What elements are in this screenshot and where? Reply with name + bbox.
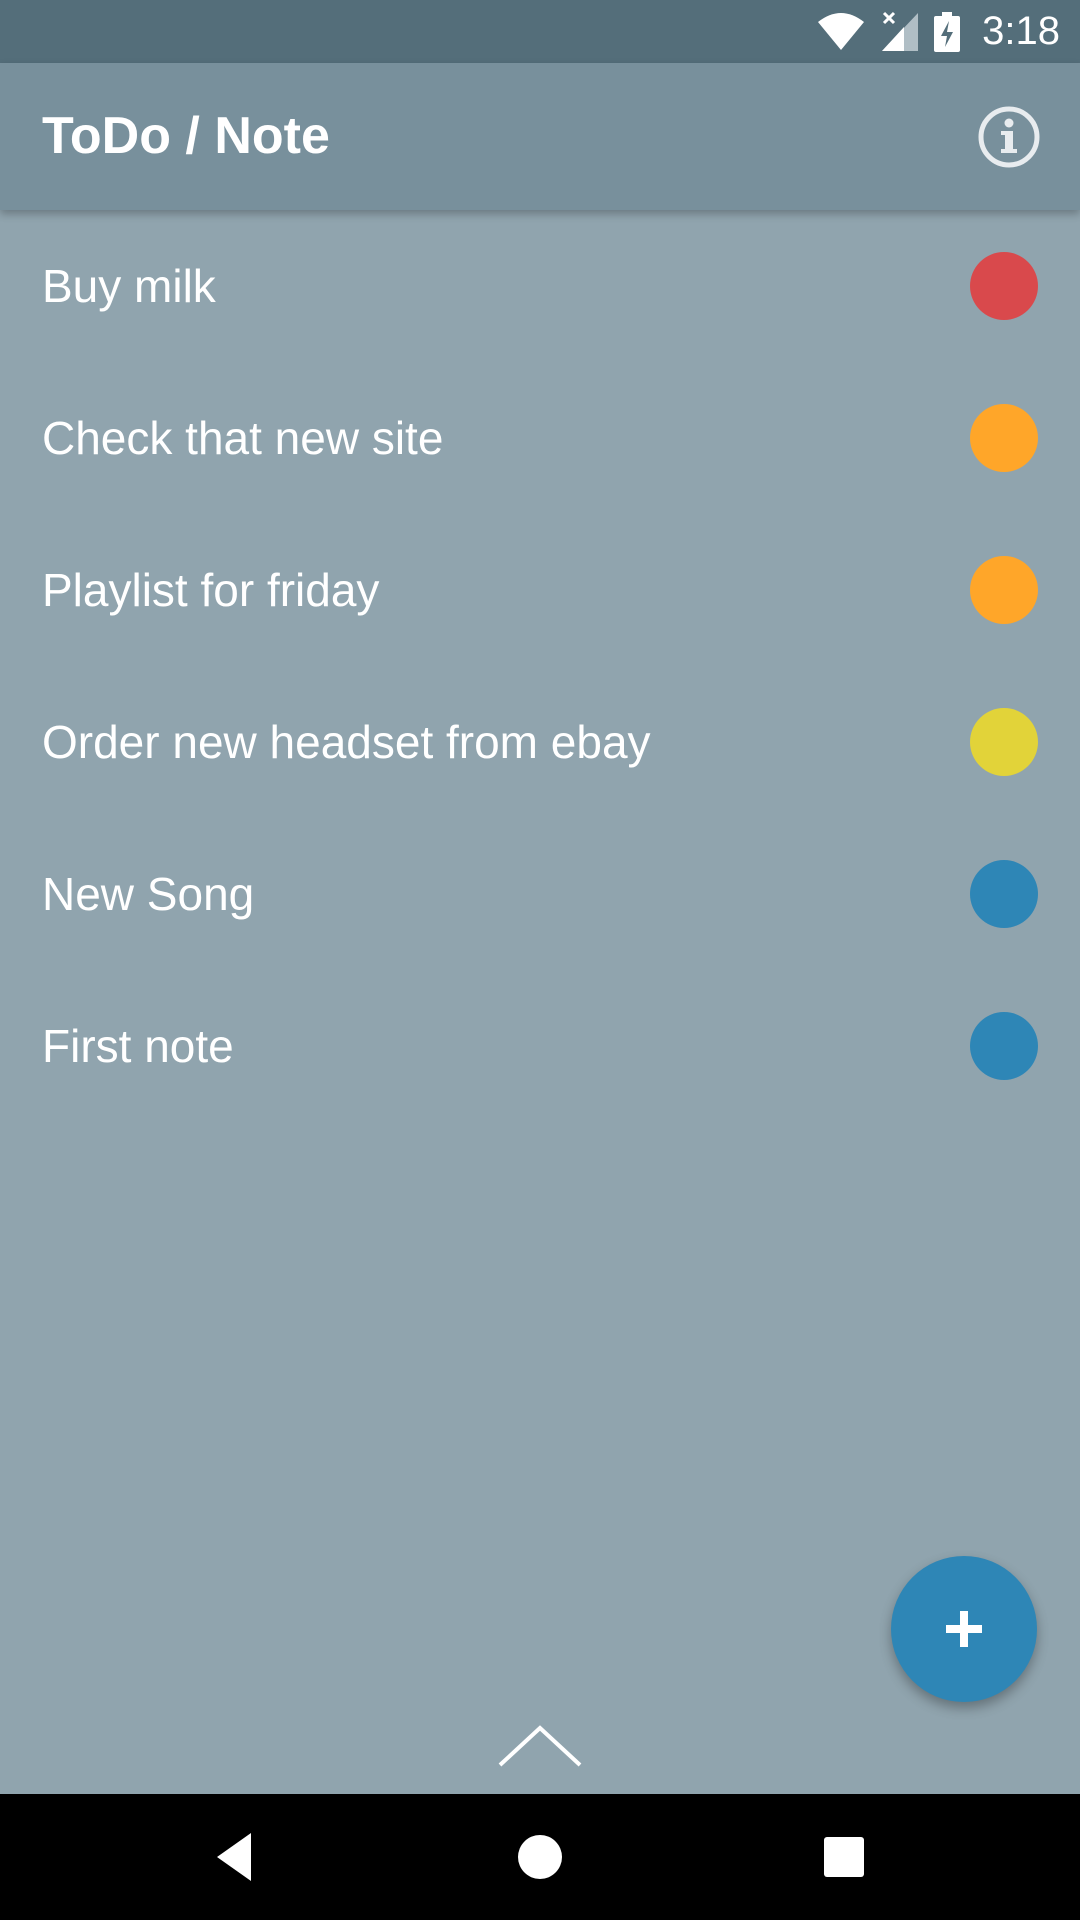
wifi-icon [818,12,865,50]
priority-indicator [970,860,1038,928]
add-note-button[interactable] [891,1556,1037,1702]
priority-indicator [970,556,1038,624]
note-title: Buy milk [42,260,216,312]
info-button[interactable] [978,106,1040,168]
chevron-up-icon [498,1725,582,1767]
note-list: Buy milk Check that new site Playlist fo… [0,210,1080,1122]
screen: 3:18 ToDo / Note Buy milk Check that new… [0,0,1080,1920]
recents-button[interactable] [814,1827,874,1887]
back-button[interactable] [207,1827,267,1887]
list-item[interactable]: Check that new site [0,362,1080,514]
battery-charging-icon [934,11,961,52]
navigation-bar [0,1794,1080,1920]
list-item[interactable]: Order new headset from ebay [0,666,1080,818]
app-bar: ToDo / Note [0,63,1080,210]
priority-indicator [970,1012,1038,1080]
note-title: First note [42,1020,234,1072]
priority-indicator [970,708,1038,776]
note-title: Order new headset from ebay [42,716,651,768]
note-title: New Song [42,868,255,920]
priority-indicator [970,404,1038,472]
list-item[interactable]: Playlist for friday [0,514,1080,666]
note-title: Playlist for friday [42,564,380,616]
signal-icon [882,11,919,51]
expand-handle[interactable] [495,1720,585,1770]
priority-indicator [970,252,1038,320]
plus-icon [946,1611,982,1647]
back-icon [217,1833,251,1881]
list-item[interactable]: New Song [0,818,1080,970]
home-button[interactable] [510,1827,570,1887]
status-icons: 3:18 [816,0,1060,63]
status-bar: 3:18 [0,0,1080,63]
info-icon [978,106,1040,168]
home-icon [518,1835,562,1879]
list-item[interactable]: First note [0,970,1080,1122]
status-time: 3:18 [982,9,1060,53]
app-title: ToDo / Note [42,107,330,165]
list-item[interactable]: Buy milk [0,210,1080,362]
recents-icon [824,1837,864,1877]
note-title: Check that new site [42,412,444,464]
